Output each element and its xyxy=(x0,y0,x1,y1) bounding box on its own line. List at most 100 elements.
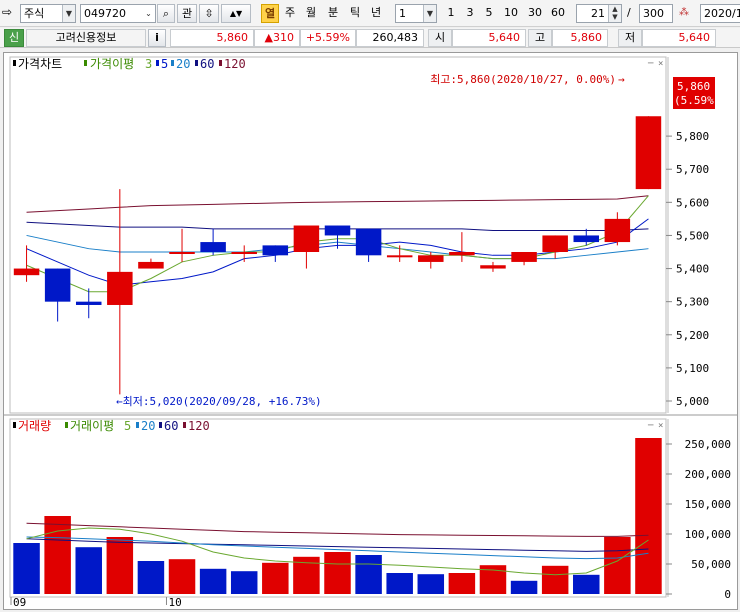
candle[interactable] xyxy=(604,212,631,246)
market-select[interactable]: 주식 ▼ xyxy=(20,4,76,23)
info-button[interactable]: i xyxy=(148,29,166,47)
stock-code-input[interactable]: 049720 ⌄ xyxy=(80,4,156,23)
interval-select-value: 1 xyxy=(399,7,406,20)
volume-bar[interactable] xyxy=(230,571,258,594)
candle[interactable] xyxy=(418,252,444,269)
candle-body xyxy=(355,228,382,256)
candle[interactable] xyxy=(542,235,568,259)
volume-pane-buttons[interactable]: ─ × xyxy=(647,421,663,431)
interval-60-button[interactable]: 60 xyxy=(547,4,569,23)
search-icon[interactable]: ⌕ xyxy=(157,4,175,23)
volume-bar[interactable] xyxy=(324,552,351,594)
interval-3-button[interactable]: 3 xyxy=(462,4,478,23)
interval-5-button[interactable]: 5 xyxy=(481,4,497,23)
candle[interactable] xyxy=(262,245,289,262)
candle-body xyxy=(449,252,475,256)
candle[interactable] xyxy=(13,245,40,282)
candle-body xyxy=(200,242,226,252)
price-tick-label: 5,400 xyxy=(676,263,709,276)
candle-body xyxy=(573,235,600,243)
volume-bar[interactable] xyxy=(168,559,196,594)
volume-bar[interactable] xyxy=(355,555,382,594)
candle-body xyxy=(231,252,257,254)
candle[interactable] xyxy=(573,228,600,246)
volume-bar[interactable] xyxy=(44,516,71,594)
legend-vma120: 120 xyxy=(188,419,210,433)
candle[interactable] xyxy=(231,245,257,262)
tab-minute[interactable]: 분 xyxy=(324,4,342,23)
candle[interactable] xyxy=(511,252,537,266)
chevron-down-icon: ▼ xyxy=(62,5,75,22)
chart-area[interactable]: 가격차트 가격이평 3 5 20 60 120 거래량 거래이평 5 20 60… xyxy=(3,52,738,610)
candle[interactable] xyxy=(293,225,320,269)
up-down-arrows-icon[interactable]: ▲▼ xyxy=(221,4,251,23)
candle[interactable] xyxy=(355,228,382,262)
login-arrow-icon[interactable]: ⇨ xyxy=(2,4,18,23)
volume-bar[interactable] xyxy=(386,573,413,594)
high-price: 5,860 xyxy=(552,29,608,47)
price-tag-percent: (5.59%) xyxy=(674,94,720,107)
candle[interactable] xyxy=(44,268,71,322)
interval-1-button[interactable]: 1 xyxy=(443,4,459,23)
volume-bar[interactable] xyxy=(541,565,569,594)
tab-day[interactable]: 열 xyxy=(261,4,279,23)
price-tick-label: 5,100 xyxy=(676,362,709,375)
candle-body xyxy=(604,218,631,243)
minimize-icon[interactable]: ─ xyxy=(647,421,654,431)
volume-bar[interactable] xyxy=(448,573,476,594)
candle[interactable] xyxy=(107,189,133,395)
count-spinner[interactable]: 21 ▲ ▼ xyxy=(576,4,622,23)
candle-body xyxy=(262,245,289,256)
current-price: 5,860 xyxy=(170,29,254,47)
tab-year[interactable]: 년 xyxy=(367,4,385,23)
legend-ma3: 3 xyxy=(145,57,152,71)
close-icon[interactable]: × xyxy=(658,59,663,69)
candle[interactable] xyxy=(635,116,662,190)
candle-body xyxy=(511,252,537,262)
interval-10-button[interactable]: 10 xyxy=(500,4,522,23)
candle[interactable] xyxy=(138,258,164,269)
volume-bar[interactable] xyxy=(635,438,662,594)
total-count-input[interactable]: 300 xyxy=(639,4,673,23)
grid-settings-icon[interactable]: ⁂ xyxy=(675,4,693,23)
volume-bar[interactable] xyxy=(417,574,445,594)
volume-bar[interactable] xyxy=(137,561,165,594)
volume-bar[interactable] xyxy=(106,537,134,594)
tab-week[interactable]: 주 xyxy=(281,4,299,23)
candle[interactable] xyxy=(449,232,475,262)
change-percent: +5.59% xyxy=(300,29,356,47)
volume-bar[interactable] xyxy=(510,580,538,594)
candle-body xyxy=(107,271,133,305)
sort-icon[interactable]: ⇳ xyxy=(199,4,219,23)
candle-body xyxy=(138,261,164,269)
info-bar: 신 고려신용정보 i 5,860 ▲310 +5.59% 260,483 시 5… xyxy=(0,28,740,48)
spinner-arrows-icon[interactable]: ▲ ▼ xyxy=(608,5,621,22)
tab-month[interactable]: 월 xyxy=(302,4,320,23)
price-tag-value: 5,860 xyxy=(677,80,710,93)
candle[interactable] xyxy=(480,261,506,272)
candle-body xyxy=(293,225,320,252)
close-icon[interactable]: × xyxy=(658,421,663,431)
price-pane-buttons[interactable]: ─ × xyxy=(647,59,663,69)
candle[interactable] xyxy=(169,228,195,262)
candle-body xyxy=(542,235,568,252)
candle[interactable] xyxy=(75,288,102,319)
legend-ma60: 60 xyxy=(200,57,214,71)
volume-bar[interactable] xyxy=(13,543,40,594)
volume-bar[interactable] xyxy=(262,562,289,594)
interest-button[interactable]: 관 xyxy=(177,4,197,23)
volume-bar[interactable] xyxy=(573,574,600,594)
interval-select[interactable]: 1 ▼ xyxy=(395,4,437,23)
minimize-icon[interactable]: ─ xyxy=(647,59,654,69)
date-input[interactable]: 2020/1 xyxy=(700,4,740,23)
chart-canvas[interactable]: 가격차트 가격이평 3 5 20 60 120 거래량 거래이평 5 20 60… xyxy=(4,53,737,609)
volume-bar[interactable] xyxy=(75,547,102,594)
price-tick-label: 5,500 xyxy=(676,229,709,242)
interval-30-button[interactable]: 30 xyxy=(524,4,546,23)
tab-tick[interactable]: 틱 xyxy=(346,4,364,23)
count-separator: / xyxy=(627,6,631,19)
volume-bar[interactable] xyxy=(199,568,227,594)
volume-ma-legend-label: 거래이평 xyxy=(70,419,114,433)
candle[interactable] xyxy=(200,228,226,256)
volume-bar[interactable] xyxy=(604,537,631,594)
